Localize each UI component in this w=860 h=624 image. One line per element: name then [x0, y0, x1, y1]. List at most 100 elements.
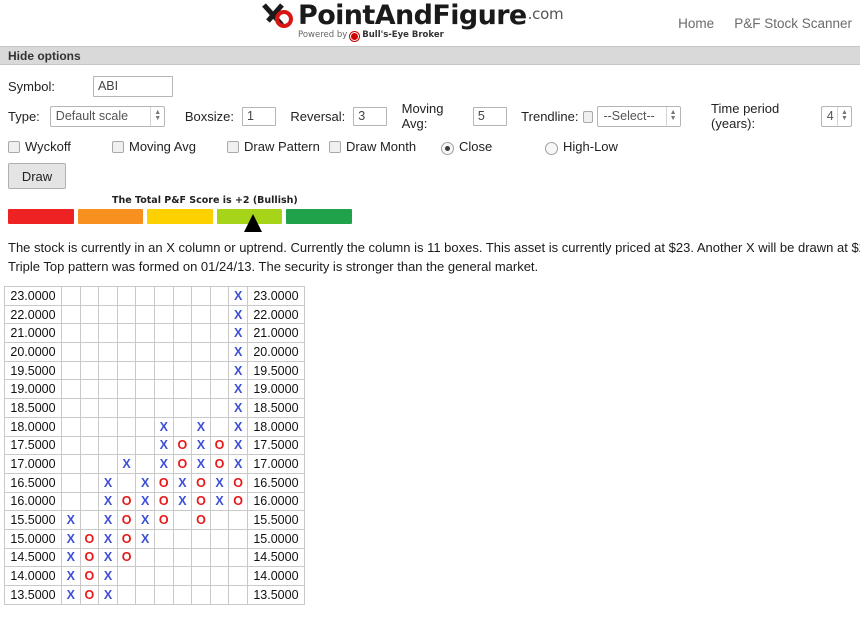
moving-avg-toggle[interactable]: Moving Avg	[112, 139, 227, 154]
spinner-arrows-icon: ▲ ▼	[665, 106, 680, 126]
pf-cell-x: X	[228, 454, 248, 474]
moving-avg-input[interactable]	[472, 106, 507, 126]
reversal-input[interactable]	[353, 106, 388, 126]
pf-cell-empty	[135, 566, 155, 586]
pf-cell-empty	[135, 435, 155, 456]
draw-month-label: Draw Month	[346, 138, 417, 154]
pf-chart-row: 15.5000 X X O X O O 15.5000	[4, 510, 305, 530]
pf-chart-row: 13.5000 X O X 13.5000	[4, 585, 305, 605]
pf-cell-empty	[135, 360, 155, 381]
hide-options-bar[interactable]: Hide options	[0, 46, 860, 65]
pf-cell-x: X	[135, 510, 155, 530]
logo-tagline-brand: Bull's-Eye Broker	[362, 30, 444, 40]
pf-cell-empty	[98, 435, 118, 456]
pf-cell-empty	[209, 323, 230, 344]
pf-cell-o: O	[153, 472, 174, 493]
pf-cell-empty	[116, 323, 137, 344]
pf-cell-empty	[153, 323, 174, 344]
boxsize-input[interactable]	[242, 106, 277, 126]
price-label-left: 21.0000	[4, 323, 62, 344]
pf-cell-x: X	[98, 528, 118, 549]
moving-avg-checkbox[interactable]	[112, 141, 124, 153]
pf-cell-x: X	[228, 379, 248, 400]
pf-chart-row: 16.0000 X O X O X O X O 16.0000	[4, 491, 305, 512]
high-low-radio[interactable]	[545, 141, 558, 155]
pf-cell-empty	[228, 566, 248, 586]
price-label-left: 20.0000	[4, 342, 62, 362]
pf-cell-o: O	[228, 491, 248, 512]
pf-cell-empty	[79, 416, 100, 437]
pf-cell-empty	[153, 566, 174, 586]
pf-cell-empty	[61, 360, 81, 381]
close-radio[interactable]	[441, 141, 454, 155]
pf-cell-empty	[61, 491, 81, 512]
logo-wordmark: PointAndFigure	[298, 0, 527, 31]
score-bar-very-bullish	[286, 209, 352, 224]
wyckoff-toggle[interactable]: Wyckoff	[8, 139, 112, 154]
price-label-right: 21.0000	[246, 323, 305, 344]
pf-cell-empty	[191, 547, 211, 568]
toggles-row: Wyckoff Moving Avg Draw Pattern Draw Mon…	[8, 131, 852, 161]
options-form: Symbol: Type: Default scale ▲▼ Boxsize: …	[0, 71, 860, 232]
pf-cell-o: O	[172, 454, 193, 474]
nav-link-home[interactable]: Home	[678, 16, 714, 31]
pf-chart-row: 23.0000 X 23.0000	[4, 286, 305, 306]
pf-cell-empty	[116, 585, 137, 605]
type-select[interactable]: Default scale ▲ ▼	[49, 105, 166, 127]
draw-pattern-toggle[interactable]: Draw Pattern	[227, 139, 329, 154]
pf-cell-empty	[116, 286, 137, 306]
trendline-label: Trendline:	[521, 108, 579, 124]
wyckoff-checkbox[interactable]	[8, 141, 20, 153]
pf-chart-row: 16.5000 X X O X O X O 16.5000	[4, 472, 305, 493]
pf-cell-empty	[228, 585, 248, 605]
pf-cell-empty	[172, 510, 193, 530]
price-label-left: 15.0000	[4, 528, 62, 549]
price-label-right: 16.0000	[246, 491, 305, 512]
score-bar-very-bearish	[8, 209, 74, 224]
site-header: PointAndFigure .com Powered by Bull's-Ey…	[0, 0, 860, 46]
symbol-input[interactable]	[92, 75, 173, 97]
pf-cell-x: X	[228, 342, 248, 362]
nav-link-pf-stock-scanner[interactable]: P&F Stock Scanner	[734, 16, 852, 31]
pf-cell-empty	[116, 342, 137, 362]
pf-cell-empty	[135, 304, 155, 325]
pf-cell-empty	[79, 323, 100, 344]
pf-cell-empty	[61, 379, 81, 400]
pf-cell-empty	[61, 398, 81, 418]
price-label-right: 13.5000	[246, 585, 305, 605]
pf-chart-row: 21.0000 X 21.0000	[4, 323, 305, 344]
pf-cell-empty	[191, 528, 211, 549]
close-radio-option[interactable]: Close	[441, 139, 545, 155]
draw-pattern-checkbox[interactable]	[227, 141, 239, 153]
pf-cell-empty	[61, 286, 81, 306]
draw-month-toggle[interactable]: Draw Month	[329, 139, 441, 154]
pf-cell-o: O	[191, 491, 211, 512]
pf-cell-x: X	[98, 510, 118, 530]
pf-cell-empty	[191, 585, 211, 605]
time-period-select[interactable]: 4 ▲ ▼	[820, 105, 852, 127]
pf-cell-empty	[61, 435, 81, 456]
logo-main-row: PointAndFigure .com	[262, 0, 564, 31]
pf-cell-o: O	[191, 472, 211, 493]
pf-cell-empty	[209, 528, 230, 549]
price-label-left: 23.0000	[4, 286, 62, 306]
pf-cell-empty	[209, 304, 230, 325]
pf-cell-empty	[209, 379, 230, 400]
wyckoff-label: Wyckoff	[25, 138, 71, 154]
pf-cell-empty	[153, 547, 174, 568]
site-logo[interactable]: PointAndFigure .com Powered by Bull's-Ey…	[262, 0, 564, 41]
pf-cell-x: X	[135, 472, 155, 493]
pf-cell-empty	[79, 454, 100, 474]
draw-month-checkbox[interactable]	[329, 141, 341, 153]
high-low-radio-option[interactable]: High-Low	[545, 139, 618, 155]
pf-cell-empty	[135, 585, 155, 605]
pf-cell-empty	[209, 342, 230, 362]
pf-cell-x: X	[116, 454, 137, 474]
pf-cell-empty	[116, 304, 137, 325]
price-label-left: 16.0000	[4, 491, 62, 512]
draw-button[interactable]: Draw	[8, 163, 66, 189]
trendline-select[interactable]: --Select-- ▲ ▼	[597, 105, 681, 127]
pf-chart-row: 14.5000 X O X O 14.5000	[4, 547, 305, 568]
pf-cell-empty	[98, 398, 118, 418]
trendline-checkbox[interactable]	[582, 111, 594, 123]
